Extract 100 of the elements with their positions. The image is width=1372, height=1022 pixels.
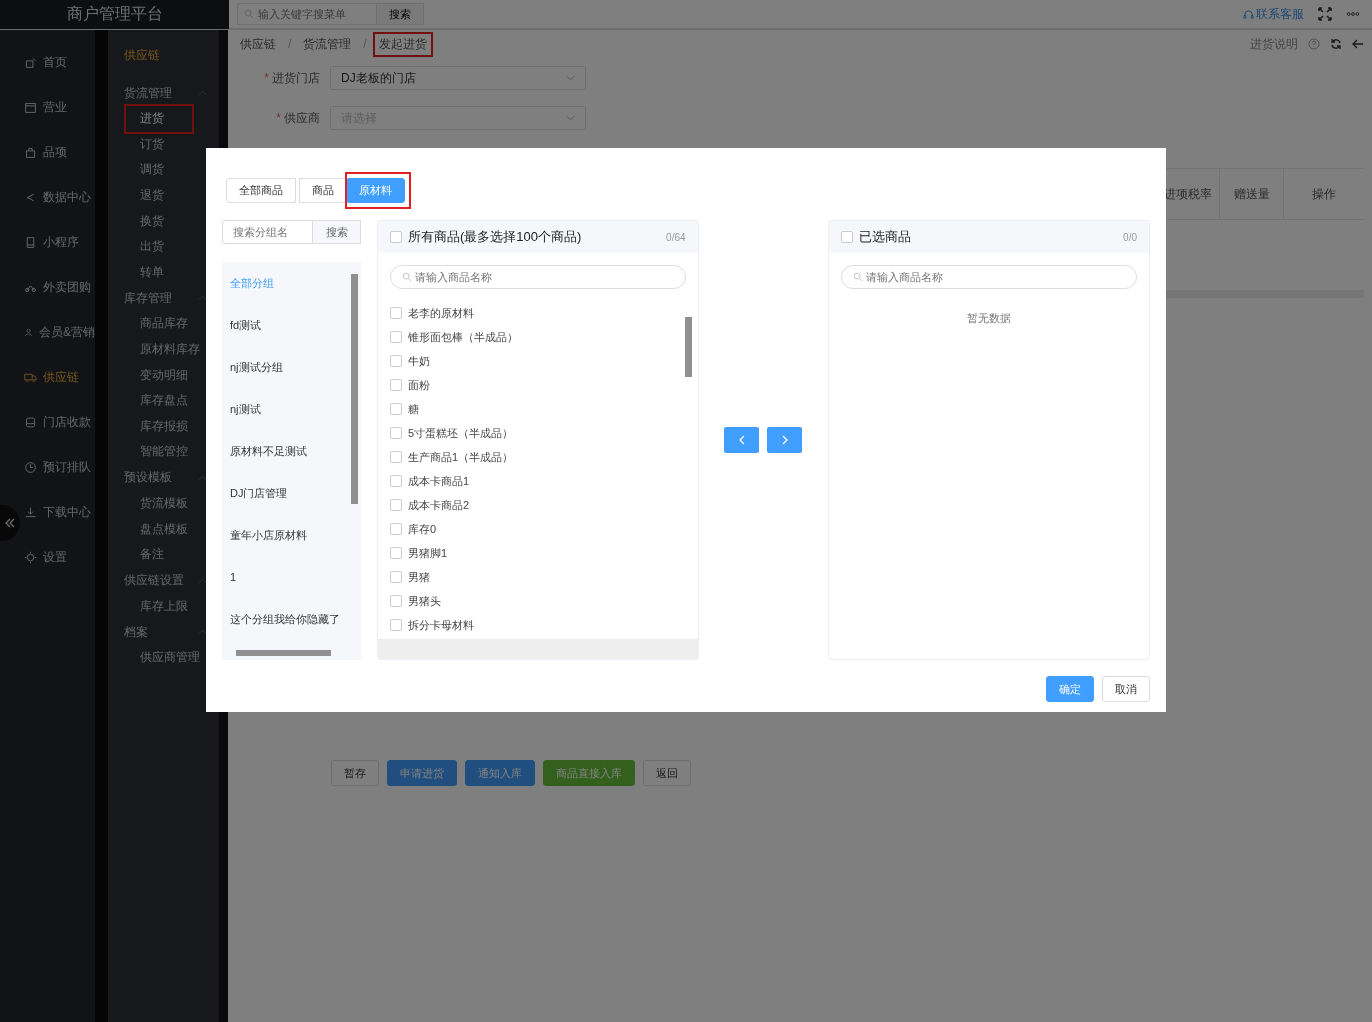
caret-icon: [566, 115, 575, 121]
product-search-field[interactable]: 请输入商品名称: [390, 265, 686, 289]
fullscreen-icon[interactable]: [1318, 7, 1332, 21]
product-search-field[interactable]: 请输入商品名称: [841, 265, 1137, 289]
subnav-group[interactable]: 预设模板: [124, 464, 219, 491]
panel-count: 0/64: [666, 231, 686, 243]
product-name: 男猪头: [408, 593, 441, 609]
nav-item[interactable]: 供应链: [22, 355, 95, 400]
nav-item[interactable]: 会员&营销: [22, 310, 95, 355]
checkbox[interactable]: [390, 595, 402, 607]
app-title: 商户管理平台: [0, 0, 229, 29]
calendar-icon: [24, 101, 37, 114]
group-item[interactable]: 原材料不足测试: [230, 430, 349, 472]
action-button[interactable]: 申请进货: [387, 760, 457, 786]
checkbox[interactable]: [390, 231, 402, 243]
scrollbar[interactable]: [684, 317, 692, 377]
nav-item[interactable]: 小程序: [22, 220, 95, 265]
collapse-button[interactable]: [0, 505, 20, 541]
subnav-item[interactable]: 订货: [124, 131, 219, 158]
nav-item[interactable]: 首页: [22, 40, 95, 85]
nav-item[interactable]: 数据中心: [22, 175, 95, 220]
caret-icon: [198, 474, 207, 481]
tab[interactable]: 全部商品: [226, 177, 296, 203]
checkbox[interactable]: [390, 571, 402, 583]
panel-title: 所有商品(最多选择100个商品): [408, 228, 582, 246]
checkbox[interactable]: [390, 619, 402, 631]
nav-item[interactable]: 门店收款: [22, 400, 95, 445]
checkbox[interactable]: [390, 355, 402, 367]
subnav-group[interactable]: 供应链设置: [124, 567, 219, 594]
group-item[interactable]: fd测试: [230, 304, 349, 346]
subnav-group[interactable]: 库存管理: [124, 285, 219, 312]
group-item[interactable]: 1: [230, 556, 349, 598]
group-search-button[interactable]: 搜索: [313, 220, 361, 244]
nav-item[interactable]: 外卖团购: [22, 265, 95, 310]
checkbox[interactable]: [390, 451, 402, 463]
download-icon: [24, 506, 37, 519]
product-name: 5寸蛋糕坯（半成品）: [408, 425, 514, 441]
nav-item[interactable]: 下载中心: [22, 490, 95, 535]
bag-icon: [24, 146, 37, 159]
tab[interactable]: 原材料: [346, 177, 405, 203]
move-right-button[interactable]: [767, 427, 803, 453]
scrollbar[interactable]: [351, 274, 358, 504]
action-button[interactable]: 返回: [643, 760, 691, 786]
back-arrow-icon[interactable]: [1352, 38, 1364, 50]
group-item[interactable]: 全部分组: [230, 262, 349, 304]
menu-search-button[interactable]: 搜索: [377, 3, 424, 25]
panel-title: 已选商品: [859, 228, 912, 246]
breadcrumb-link[interactable]: 供应链: [236, 33, 280, 55]
move-left-button[interactable]: [724, 427, 760, 453]
action-button[interactable]: 通知入库: [465, 760, 535, 786]
group-item[interactable]: 这个分组我给你隐藏了: [230, 598, 349, 640]
checkbox[interactable]: [390, 307, 402, 319]
subnav-item[interactable]: 进货: [126, 106, 192, 132]
nav-item[interactable]: 品项: [22, 130, 95, 175]
checkbox[interactable]: [390, 547, 402, 559]
checkbox[interactable]: [390, 499, 402, 511]
product-name: 库存0: [408, 521, 437, 537]
dialog-button[interactable]: 取消: [1102, 676, 1150, 702]
product-name: 老李的原材料: [408, 305, 474, 321]
subnav-group[interactable]: 货流管理: [124, 80, 219, 106]
column-header: 操作: [1283, 169, 1364, 219]
checkbox[interactable]: [841, 231, 854, 243]
headset-icon: [1243, 8, 1254, 20]
horizontal-scrollbar[interactable]: [236, 650, 331, 656]
action-button[interactable]: 暂存: [331, 760, 379, 786]
caret-icon: [198, 577, 207, 584]
select-field[interactable]: DJ老板的门店: [330, 66, 586, 90]
nav-item[interactable]: 设置: [22, 535, 95, 580]
action-button[interactable]: 商品直接入库: [543, 760, 635, 786]
help-icon[interactable]: [1308, 38, 1320, 50]
product-name: 糖: [408, 401, 419, 417]
search-icon: [402, 272, 412, 282]
checkbox[interactable]: [390, 523, 402, 535]
breadcrumb-link[interactable]: 货流管理: [299, 33, 356, 55]
product-name: 牛奶: [408, 353, 430, 369]
search-icon: [853, 272, 864, 282]
refresh-icon[interactable]: [1330, 38, 1342, 50]
group-search-field[interactable]: 搜索分组名: [222, 220, 313, 244]
checkbox[interactable]: [390, 331, 402, 343]
dialog-button[interactable]: 确定: [1046, 676, 1094, 702]
phone-icon: [24, 236, 37, 249]
search-icon: [244, 9, 254, 19]
menu-search-field[interactable]: 输入关键字搜菜单: [237, 3, 377, 25]
group-item[interactable]: 童年小店原材料: [230, 514, 349, 556]
nav-item[interactable]: 预订排队: [22, 445, 95, 490]
breadcrumb-link[interactable]: 发起进货: [374, 33, 431, 55]
checkbox[interactable]: [390, 379, 402, 391]
database-icon: [24, 416, 37, 429]
tab[interactable]: 商品: [299, 177, 347, 203]
checkbox[interactable]: [390, 475, 402, 487]
group-item[interactable]: nj测试: [230, 388, 349, 430]
checkbox[interactable]: [390, 427, 402, 439]
checkbox[interactable]: [390, 403, 402, 415]
nav-item[interactable]: 营业: [22, 85, 95, 130]
group-item[interactable]: nj测试分组: [230, 346, 349, 388]
product-name: 男猪脚1: [408, 545, 448, 561]
subnav-group[interactable]: 档案: [124, 619, 219, 646]
group-item[interactable]: DJ门店管理: [230, 472, 349, 514]
support-link[interactable]: 联系客服: [1243, 5, 1304, 23]
product-name: 拆分卡母材料: [408, 617, 474, 633]
